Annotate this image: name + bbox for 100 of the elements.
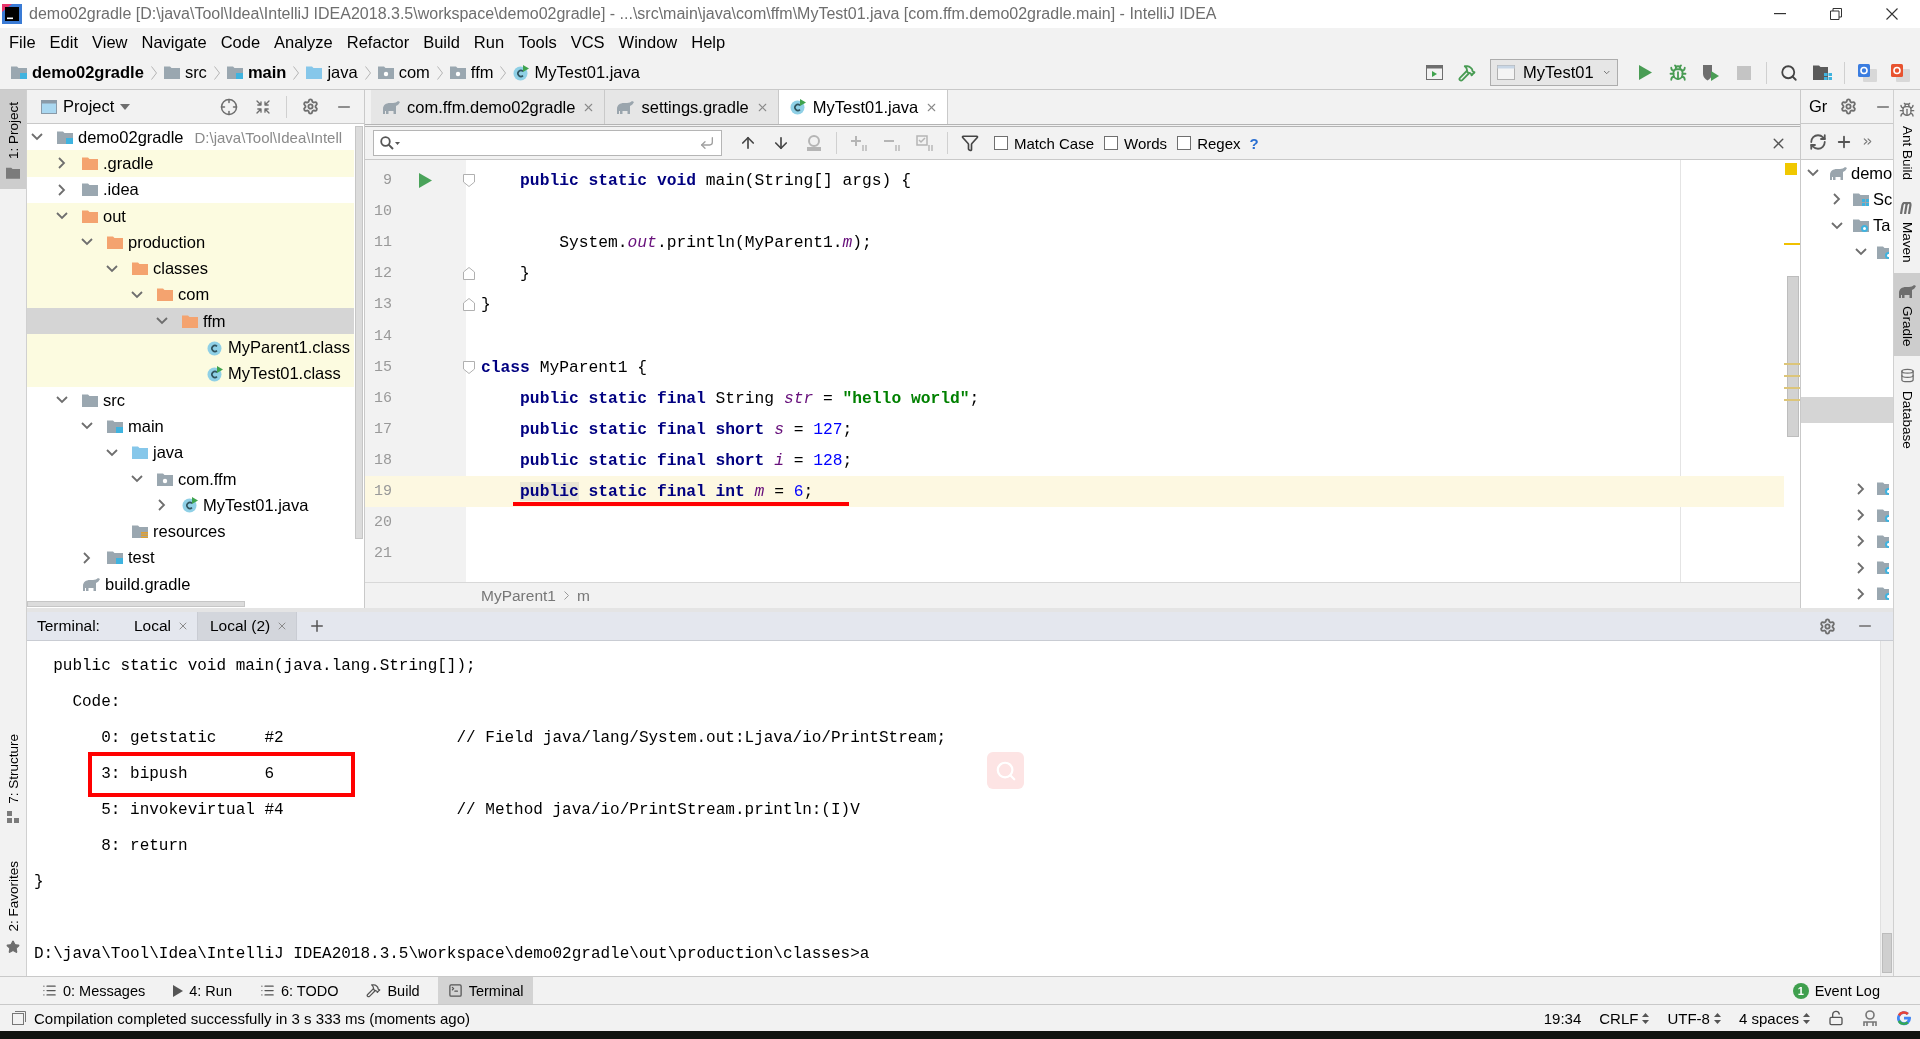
- enter-icon[interactable]: [699, 135, 715, 151]
- chevron-down-icon[interactable]: [1855, 248, 1867, 257]
- chevron-down-icon[interactable]: [131, 475, 143, 483]
- settings-icon[interactable]: [301, 98, 319, 115]
- line-separator-selector[interactable]: CRLF: [1599, 1009, 1650, 1027]
- breadcrumb[interactable]: main: [223, 59, 290, 86]
- chevron-right-icon[interactable]: [58, 183, 66, 196]
- breadcrumb[interactable]: java: [303, 59, 361, 86]
- refresh-icon[interactable]: [1809, 132, 1827, 151]
- tree-row[interactable]: MyParent1.class: [27, 334, 354, 361]
- tool-window-tab[interactable]: Maven: [1894, 190, 1920, 273]
- search-option[interactable]: Words: [1104, 134, 1168, 152]
- chevron-down-icon[interactable]: [81, 422, 93, 431]
- hammer-icon[interactable]: [1458, 63, 1476, 82]
- run-configuration-dropdown[interactable]: MyTest01: [1490, 59, 1618, 86]
- chevron-down-icon[interactable]: [56, 212, 68, 221]
- breadcrumb[interactable]: MyTest01.java: [510, 59, 643, 86]
- tree-item-label[interactable]: MyParent1.class: [228, 338, 350, 357]
- chevron-right-icon[interactable]: [1857, 535, 1865, 548]
- tool-window-tab[interactable]: 2: Favorites: [0, 849, 26, 964]
- caret-down-icon[interactable]: [120, 103, 131, 110]
- collapse-icon[interactable]: [255, 98, 271, 115]
- tool-tab[interactable]: Terminal: [437, 977, 534, 1004]
- session-tab[interactable]: Local: [121, 612, 198, 640]
- lock-icon[interactable]: [1828, 1010, 1844, 1026]
- chevron-right-icon[interactable]: [158, 499, 166, 512]
- search-icon[interactable]: [1780, 63, 1798, 82]
- tree-row[interactable]: production: [27, 229, 354, 256]
- bug-icon[interactable]: [1669, 63, 1687, 82]
- tree-row[interactable]: classes: [27, 255, 354, 282]
- menu-item[interactable]: View: [85, 28, 135, 56]
- menu-item[interactable]: Tools: [511, 28, 564, 56]
- tree-item-label[interactable]: build.gradle: [105, 574, 191, 594]
- tree-item-label[interactable]: test: [128, 548, 155, 568]
- arrow-down-icon[interactable]: [772, 134, 790, 152]
- tool-window-tab[interactable]: Gradle: [1894, 272, 1920, 357]
- chevron-down-icon[interactable]: [106, 448, 118, 457]
- breadcrumb[interactable]: com: [374, 59, 433, 86]
- encoding-selector[interactable]: UTF-8: [1667, 1009, 1721, 1027]
- indent-selector[interactable]: 4 spaces: [1738, 1009, 1810, 1027]
- search-option[interactable]: Match Case: [994, 134, 1095, 152]
- menu-item[interactable]: Run: [466, 28, 512, 56]
- menu-item[interactable]: Window: [611, 28, 685, 56]
- event-log-button[interactable]: 1 Event Log: [1782, 977, 1920, 1004]
- breadcrumb[interactable]: src: [160, 59, 210, 86]
- tree-item-label[interactable]: production: [128, 232, 206, 252]
- checkbox[interactable]: [1177, 136, 1192, 150]
- chevron-down-icon[interactable]: [1831, 221, 1843, 230]
- chevron-down-icon[interactable]: [131, 290, 143, 299]
- tree-item-label[interactable]: src: [103, 390, 125, 410]
- chevron-right-icon[interactable]: [1833, 193, 1841, 206]
- chevrons-right-icon[interactable]: [1861, 135, 1874, 148]
- tree-item-label[interactable]: com.ffm: [178, 469, 237, 489]
- google-icon[interactable]: [1896, 1010, 1912, 1026]
- menu-item[interactable]: Help: [684, 28, 733, 56]
- menu-item[interactable]: Build: [416, 28, 467, 56]
- search-option[interactable]: Regex: [1177, 134, 1241, 152]
- tool-window-tab[interactable]: Ant Build: [1894, 90, 1920, 191]
- scrollbar-thumb[interactable]: [27, 601, 245, 607]
- tree-item-label[interactable]: .idea: [103, 180, 139, 200]
- chevron-right-icon[interactable]: [1857, 561, 1865, 574]
- editor-tab[interactable]: MyTest01.java: [778, 90, 949, 124]
- chevron-down-icon[interactable]: [56, 396, 68, 405]
- scrollbar-thumb[interactable]: [355, 126, 363, 539]
- tree-item-label[interactable]: resources: [153, 522, 226, 542]
- crosshair-icon[interactable]: [220, 97, 238, 116]
- chevron-down-icon[interactable]: [31, 133, 43, 142]
- fold-marker-icon[interactable]: [463, 267, 475, 281]
- tree-item-label[interactable]: MyTest01.class: [228, 364, 341, 384]
- tree-item-label[interactable]: Sc: [1873, 189, 1893, 209]
- tree-row[interactable]: com: [27, 281, 354, 309]
- tool-window-tab[interactable]: Database: [1894, 356, 1920, 459]
- settings-icon[interactable]: [1839, 98, 1857, 115]
- breadcrumb[interactable]: m: [576, 586, 590, 605]
- help-link[interactable]: ?: [1245, 134, 1263, 152]
- chevron-right-icon[interactable]: [83, 551, 91, 564]
- menu-item[interactable]: Refactor: [339, 28, 417, 56]
- chevron-right-icon[interactable]: [1857, 482, 1865, 495]
- tree-item-label[interactable]: main: [128, 416, 164, 436]
- checkbox[interactable]: [1104, 136, 1119, 150]
- chevron-down-icon[interactable]: [106, 264, 118, 273]
- chevron-down-icon[interactable]: [156, 317, 168, 326]
- chevron-down-icon[interactable]: [81, 238, 93, 247]
- menu-item[interactable]: Navigate: [134, 28, 214, 56]
- tree-item-label[interactable]: demo: [1851, 163, 1893, 183]
- menu-item[interactable]: Code: [213, 28, 268, 56]
- search-field[interactable]: [373, 130, 722, 156]
- editor-tab[interactable]: com.ffm.demo02gradle: [371, 90, 606, 124]
- breadcrumb[interactable]: ffm: [446, 59, 497, 86]
- breadcrumb[interactable]: MyParent1: [481, 586, 556, 605]
- menu-item[interactable]: Analyze: [267, 28, 340, 56]
- fold-marker-icon[interactable]: [463, 360, 475, 374]
- chevron-right-icon[interactable]: [58, 157, 66, 170]
- tree-item-label[interactable]: classes: [153, 259, 209, 279]
- menu-item[interactable]: Edit: [42, 28, 86, 56]
- tree-row[interactable]: .gradle: [27, 150, 354, 177]
- scrollbar-thumb[interactable]: [1882, 933, 1892, 973]
- fold-marker-icon[interactable]: [463, 298, 475, 312]
- chevron-right-icon[interactable]: [1857, 509, 1865, 521]
- filter-icon[interactable]: [961, 134, 979, 152]
